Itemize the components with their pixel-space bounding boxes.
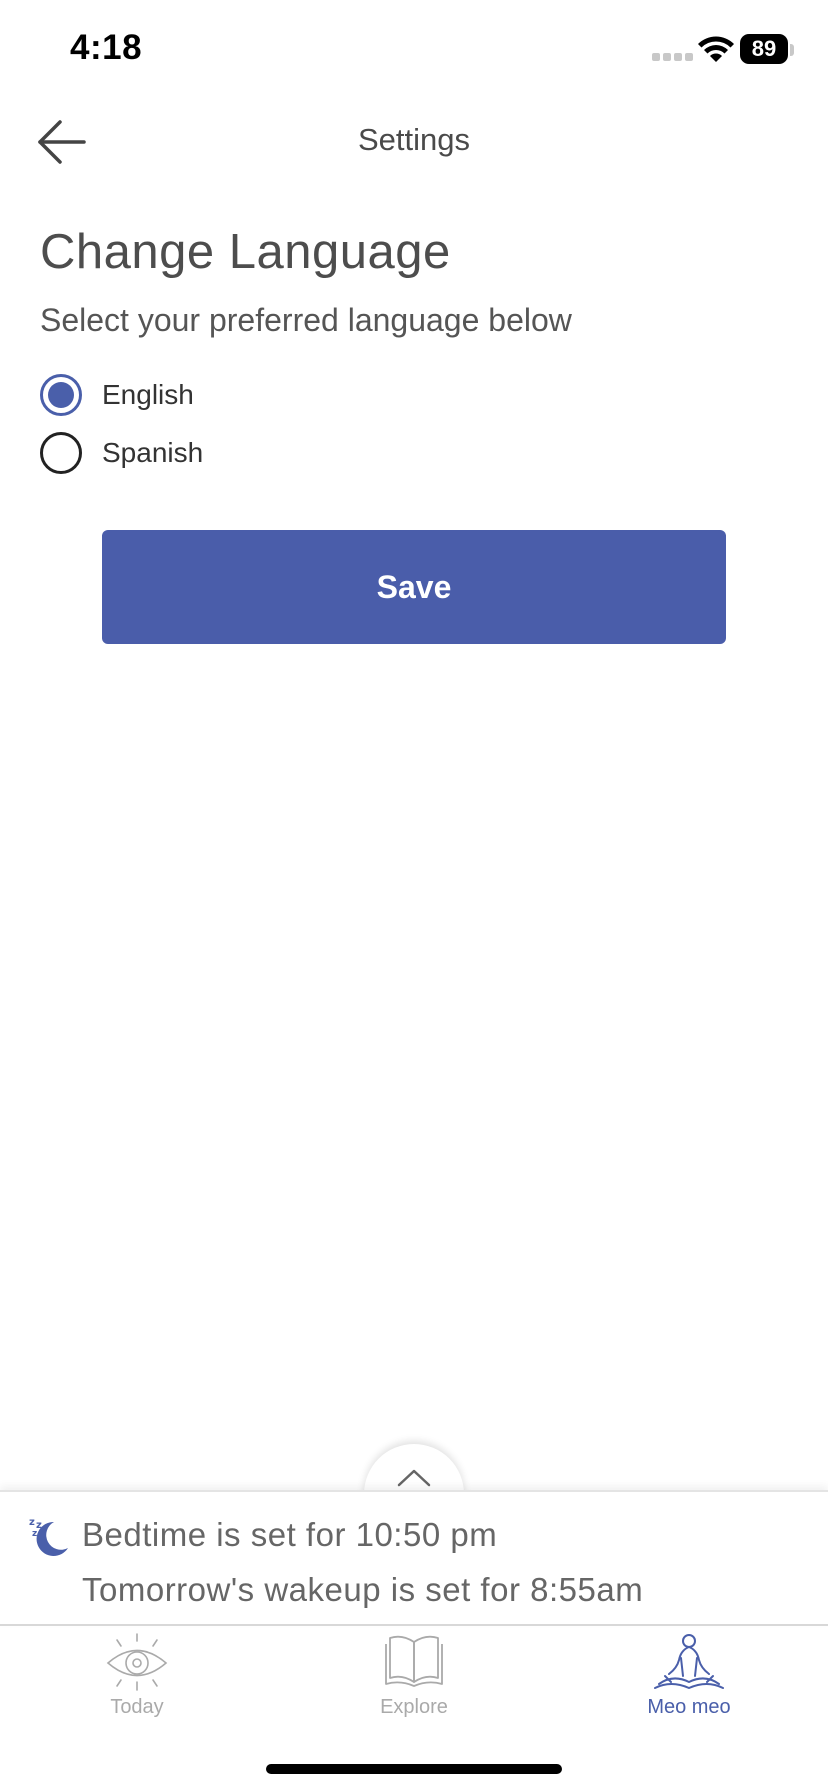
- radio-selected-icon[interactable]: [40, 374, 82, 416]
- save-button[interactable]: Save: [102, 530, 726, 644]
- tab-label: Today: [110, 1696, 164, 1718]
- language-option-spanish[interactable]: Spanish: [40, 431, 203, 475]
- wifi-icon: [698, 36, 734, 62]
- language-option-label: Spanish: [102, 437, 204, 468]
- tab-label: Meo meo: [647, 1696, 731, 1718]
- svg-text:z: z: [29, 1517, 35, 1528]
- page-title: Change Language: [40, 225, 451, 279]
- sheet-handle-cover: [364, 1492, 464, 1512]
- tab-label: Explore: [380, 1696, 448, 1718]
- meditation-icon: [654, 1634, 724, 1689]
- cellular-signal-icon: [652, 53, 693, 61]
- bedtime-text: Bedtime is set for 10:50 pm: [82, 1516, 498, 1553]
- language-option-english[interactable]: English: [40, 373, 194, 417]
- tab-bar-divider: [0, 1624, 828, 1626]
- header-title: Settings: [357, 122, 470, 157]
- svg-text:z: z: [32, 1529, 37, 1539]
- book-icon: [385, 1635, 443, 1687]
- status-bar: 4:18 89: [0, 0, 828, 100]
- tab-today[interactable]: Today: [57, 1628, 217, 1724]
- status-time: 4:18: [70, 28, 143, 67]
- battery-icon: 89: [740, 34, 788, 64]
- eye-icon: [106, 1633, 168, 1691]
- battery-cap: [790, 44, 794, 56]
- sleep-moon-icon: z z z: [29, 1517, 68, 1556]
- radio-unselected-icon[interactable]: [40, 432, 82, 474]
- chevron-up-icon: [397, 1469, 431, 1487]
- page-subtitle: Select your preferred language below: [40, 302, 572, 338]
- home-indicator[interactable]: [266, 1764, 562, 1774]
- tab-meo-meo[interactable]: Meo meo: [609, 1628, 769, 1724]
- language-option-label: English: [102, 379, 194, 410]
- tab-explore[interactable]: Explore: [334, 1628, 494, 1724]
- wakeup-text: Tomorrow's wakeup is set for 8:55am: [82, 1571, 644, 1608]
